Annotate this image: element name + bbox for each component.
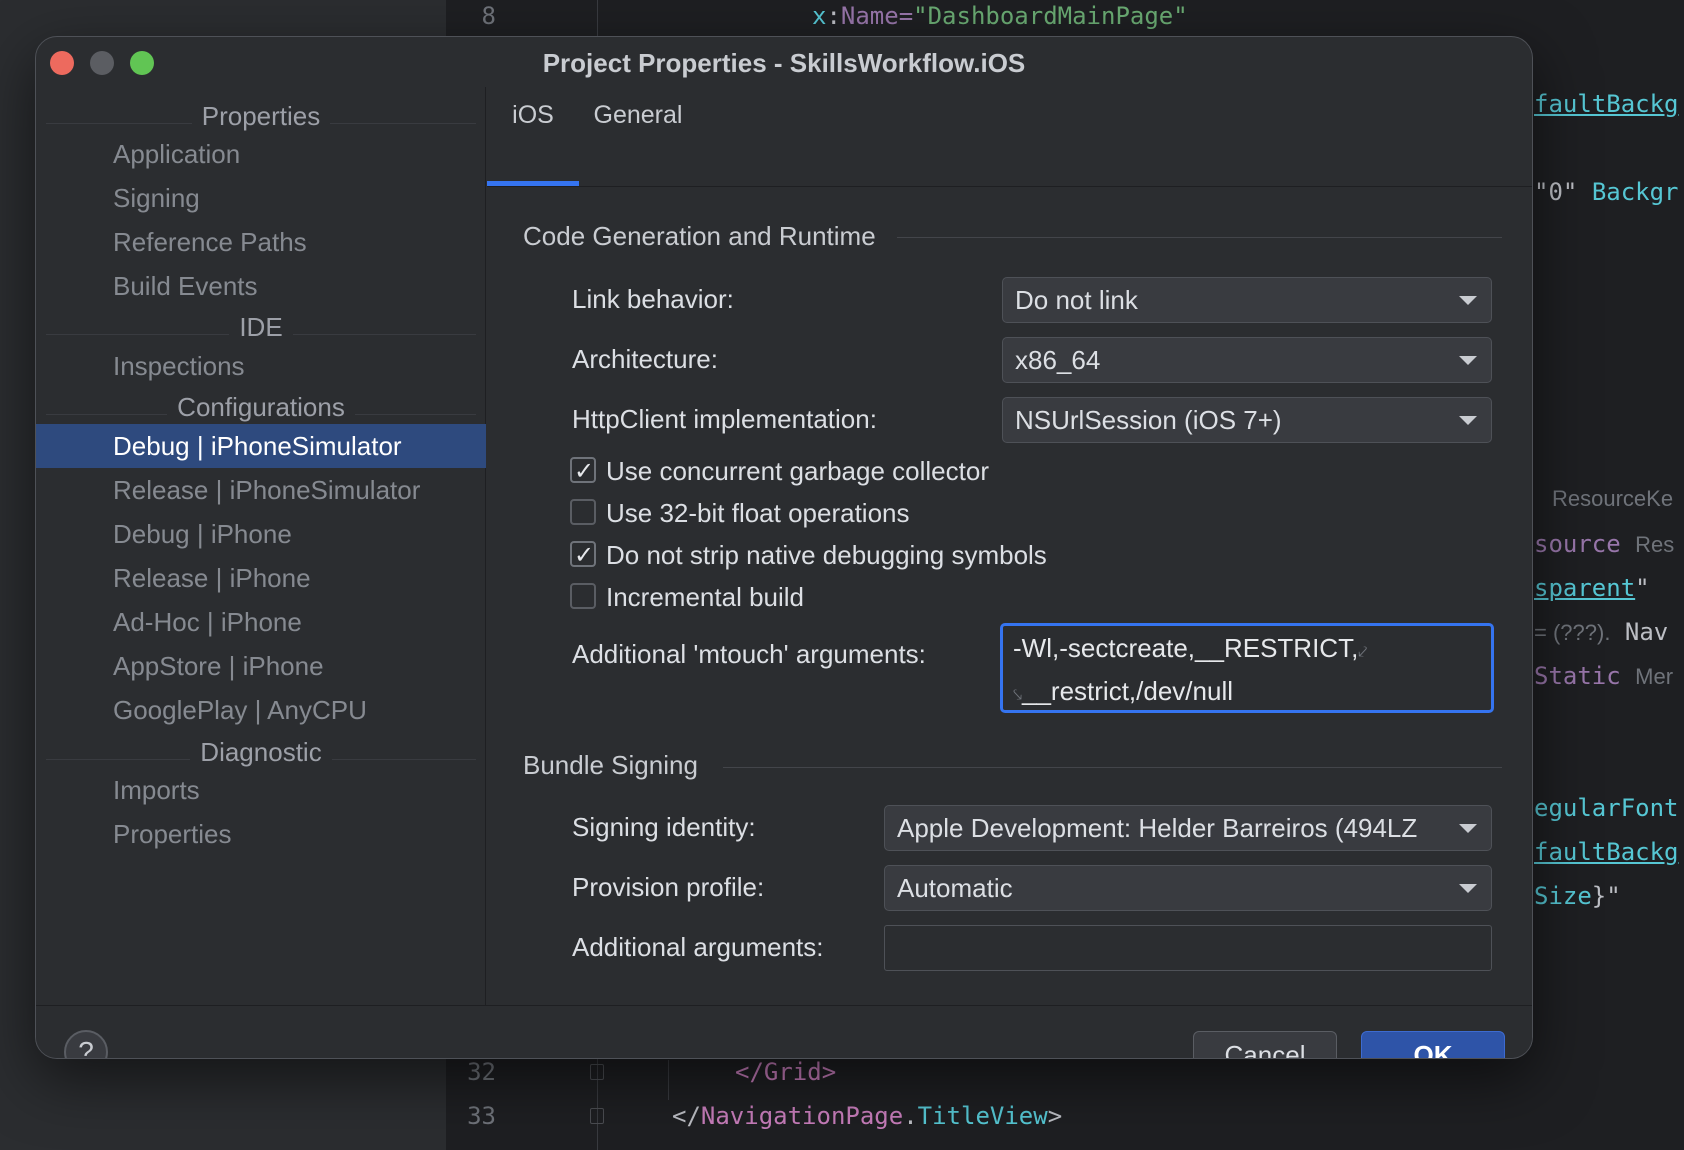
tab-bar: iOS General [487,87,1532,187]
incremental-build-checkbox[interactable] [570,583,596,609]
chevron-down-icon [1459,296,1477,305]
link-behavior-select[interactable]: Do not link [1002,277,1492,323]
httpclient-label: HttpClient implementation: [572,404,877,434]
dialog-footer: ? Cancel OK [36,1005,1532,1058]
concurrent-gc-label[interactable]: Use concurrent garbage collector [606,456,989,487]
line-number: 33 [467,1102,496,1130]
inlay-hint: ResourceKe [1552,486,1674,511]
tab-ios[interactable]: iOS [487,87,579,187]
additional-args-input[interactable] [884,925,1492,971]
sidebar-item-imports[interactable]: Imports [36,768,486,812]
line-number: 8 [481,2,496,30]
sidebar-item-release-iphonesimulator[interactable]: Release | iPhoneSimulator [36,468,486,512]
mtouch-args-input[interactable]: -Wl,-sectcreate,__RESTRICT,⤦ ⤥__restrict… [1000,623,1494,713]
mtouch-args-label: Additional 'mtouch' arguments: [572,639,926,669]
sidebar-section-properties: Properties [36,95,486,135]
code-fragment[interactable]: Size}" [1534,882,1621,910]
sidebar-item-inspections[interactable]: Inspections [36,344,486,388]
fold-marker[interactable] [590,1108,604,1124]
sidebar-item-build-events[interactable]: Build Events [36,264,486,308]
cancel-button[interactable]: Cancel [1193,1031,1337,1058]
sidebar-section-configurations: Configurations [36,386,486,426]
sidebar-item-debug-iphonesimulator[interactable]: Debug | iPhoneSimulator [36,424,486,468]
code-fragment[interactable]: faultBackg [1534,838,1679,866]
checkmark-icon: ✓ [574,541,595,569]
signing-identity-select[interactable]: Apple Development: Helder Barreiros (494… [884,805,1492,851]
tab-general[interactable]: General [591,87,685,187]
ok-button[interactable]: OK [1361,1031,1505,1058]
additional-args-label: Additional arguments: [572,932,824,962]
checkmark-icon: ✓ [574,457,595,485]
code-fragment[interactable]: egularFont [1534,794,1679,822]
help-button[interactable]: ? [64,1030,108,1058]
sidebar-item-release-iphone[interactable]: Release | iPhone [36,556,486,600]
concurrent-gc-checkbox[interactable]: ✓ [570,457,596,485]
provision-profile-label: Provision profile: [572,872,765,902]
chevron-down-icon [1459,884,1477,893]
fold-marker[interactable] [590,1064,604,1080]
code-fragment[interactable]: faultBackg [1534,90,1679,118]
incremental-build-label[interactable]: Incremental build [606,582,804,613]
architecture-select[interactable]: x86_64 [1002,337,1492,383]
architecture-label: Architecture: [572,344,718,374]
signing-identity-label: Signing identity: [572,812,756,842]
line-wrap-icon: ⤦ [1358,644,1368,661]
section-divider [723,767,1502,768]
section-title-code-generation: Code Generation and Runtime [523,221,876,251]
project-properties-dialog: Project Properties - SkillsWorkflow.iOS … [35,36,1533,1059]
indent-guide [668,1060,669,1100]
sidebar-item-application[interactable]: Application [36,132,486,176]
section-divider [897,237,1502,238]
float32-checkbox[interactable] [570,499,596,525]
sidebar-item-adhoc-iphone[interactable]: Ad-Hoc | iPhone [36,600,486,644]
code-line[interactable]: </Grid> [735,1058,836,1086]
code-fragment[interactable]: "0" Backgr [1534,178,1679,206]
chevron-down-icon [1459,356,1477,365]
settings-sidebar: Properties Application Signing Reference… [36,87,486,1005]
sidebar-section-diagnostic: Diagnostic [36,731,486,771]
chevron-down-icon [1459,824,1477,833]
section-title-bundle-signing: Bundle Signing [523,750,698,780]
float32-label[interactable]: Use 32-bit float operations [606,498,910,529]
sidebar-item-debug-iphone[interactable]: Debug | iPhone [36,512,486,556]
title-bar[interactable]: Project Properties - SkillsWorkflow.iOS [36,37,1532,87]
line-number: 32 [467,1058,496,1086]
code-fragment[interactable]: sparent" [1534,574,1650,602]
chevron-down-icon [1459,416,1477,425]
code-fragment[interactable]: source Res [1534,530,1674,558]
sidebar-item-googleplay-anycpu[interactable]: GooglePlay | AnyCPU [36,688,486,732]
sidebar-item-reference-paths[interactable]: Reference Paths [36,220,486,264]
debug-symbols-label[interactable]: Do not strip native debugging symbols [606,540,1047,571]
sidebar-section-ide: IDE [36,306,486,346]
sidebar-item-appstore-iphone[interactable]: AppStore | iPhone [36,644,486,688]
code-line[interactable]: x:Name="DashboardMainPage" [812,2,1188,30]
httpclient-select[interactable]: NSUrlSession (iOS 7+) [1002,397,1492,443]
provision-profile-select[interactable]: Automatic [884,865,1492,911]
link-behavior-label: Link behavior: [572,284,734,314]
settings-content: iOS General Code Generation and Runtime … [487,87,1532,1005]
code-fragment[interactable]: Static Mer [1534,662,1673,690]
sidebar-item-signing[interactable]: Signing [36,176,486,220]
line-wrap-icon: ⤥ [1013,687,1023,704]
code-fragment[interactable]: = (???). Nav [1534,618,1668,646]
dialog-title: Project Properties - SkillsWorkflow.iOS [542,48,1026,78]
sidebar-item-properties[interactable]: Properties [36,812,486,856]
debug-symbols-checkbox[interactable]: ✓ [570,541,596,569]
code-line[interactable]: </NavigationPage.TitleView> [672,1102,1062,1130]
